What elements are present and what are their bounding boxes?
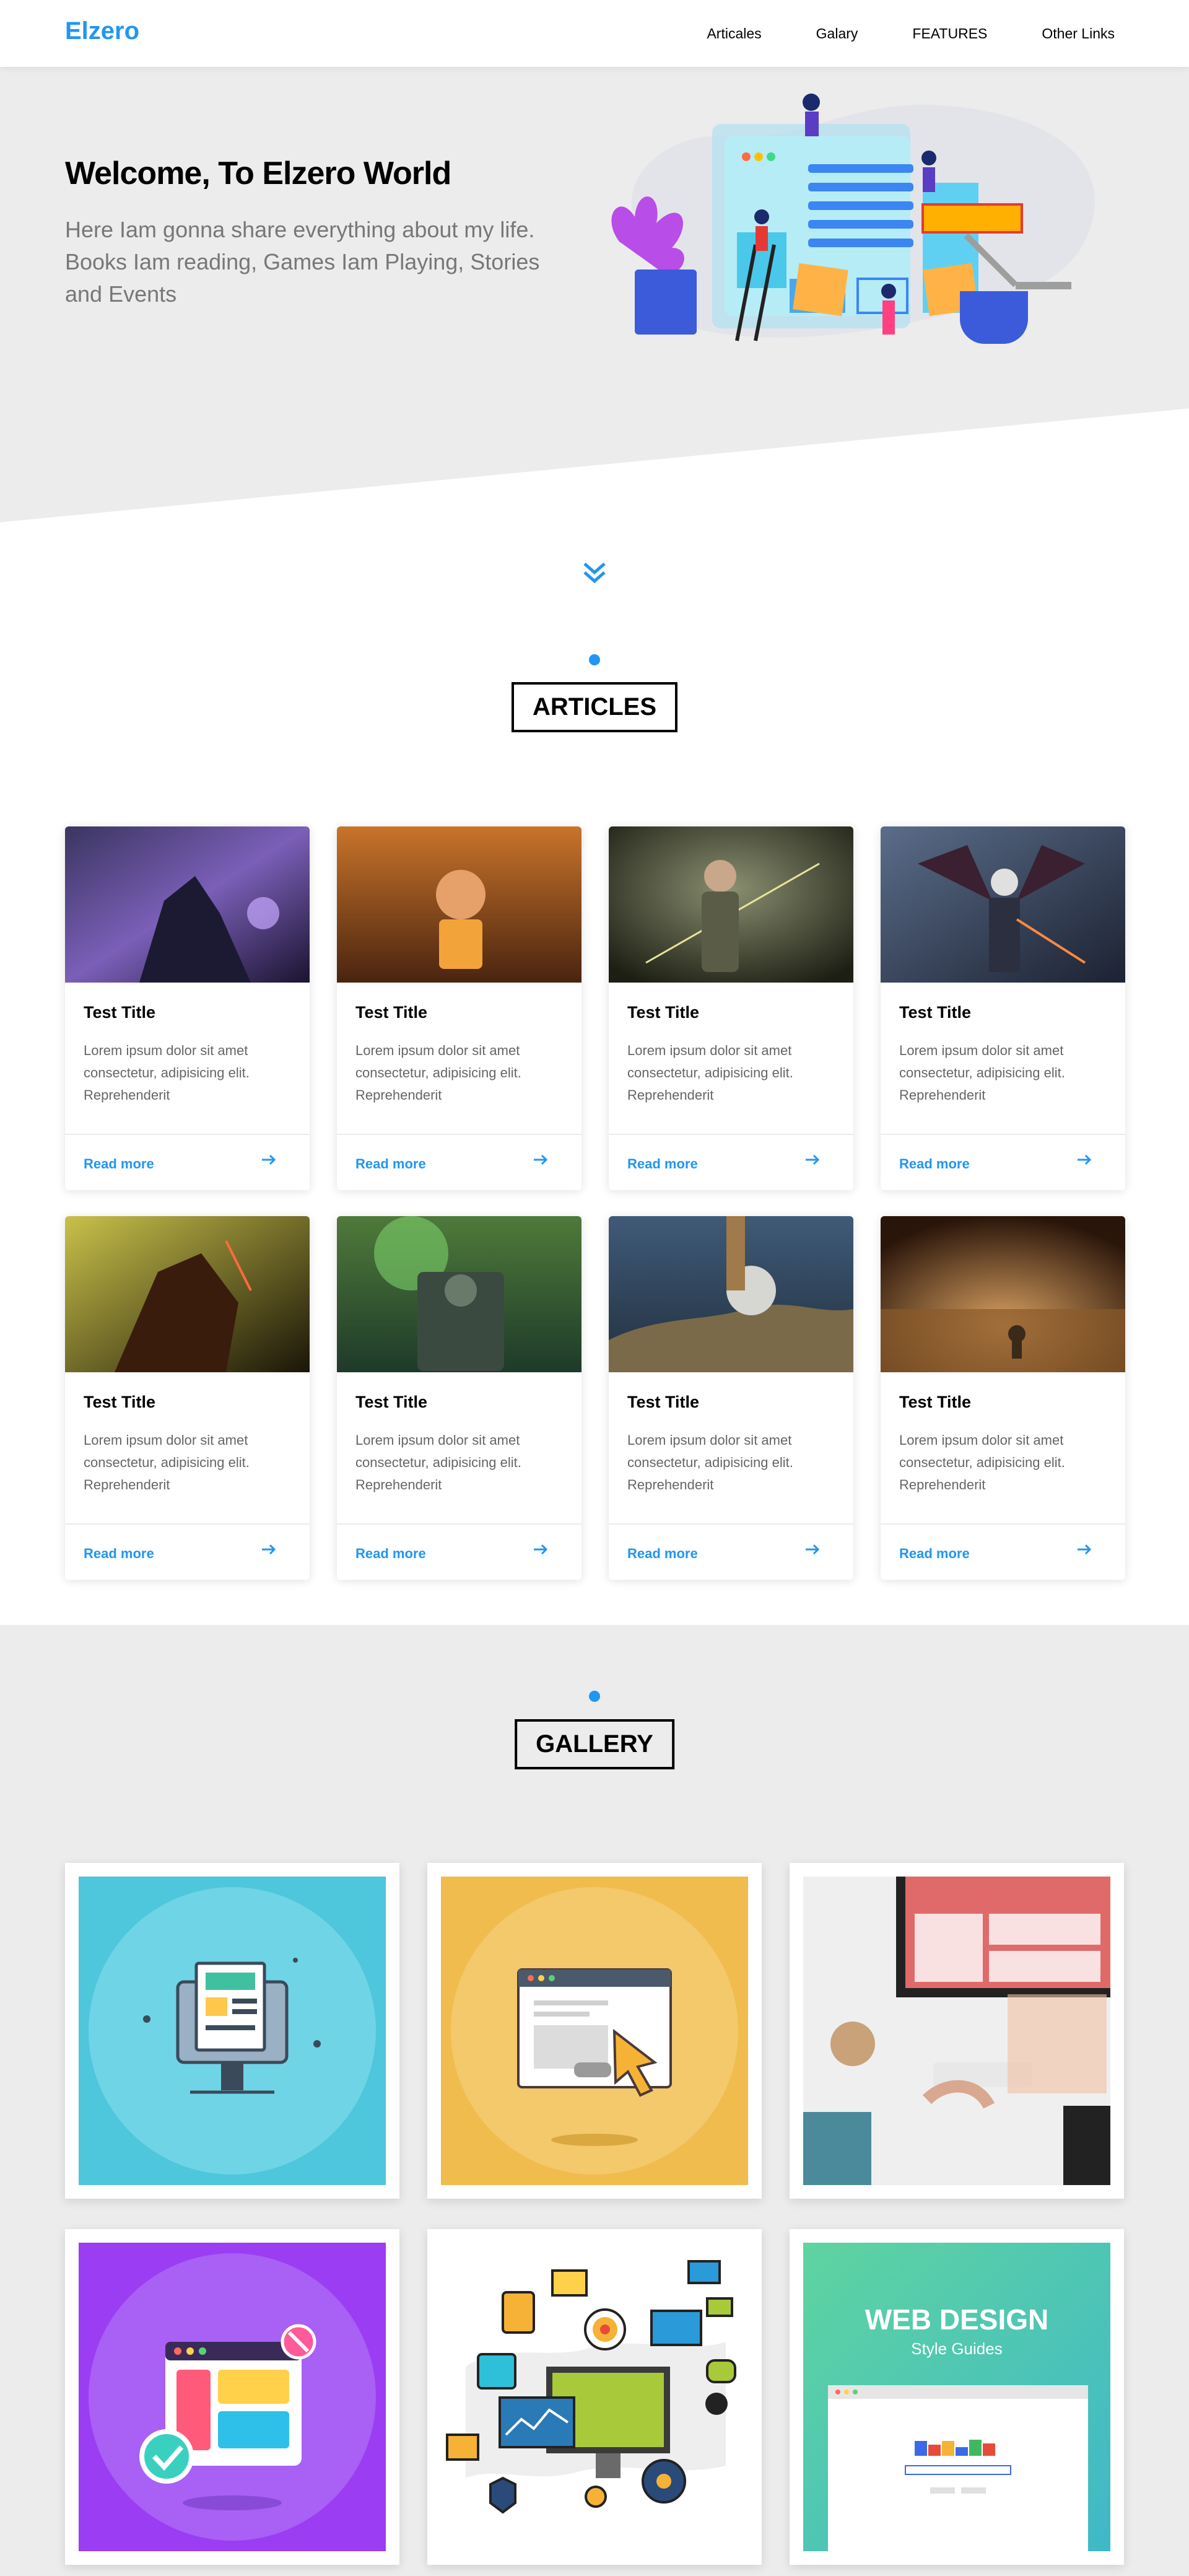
hero-illustration [611,94,1095,344]
divider [337,1523,581,1525]
read-more-link[interactable]: Read more [899,1546,970,1562]
arrow-right-icon[interactable] [1076,1541,1093,1558]
read-more-link[interactable]: Read more [84,1546,154,1562]
article-title: Test Title [627,1003,700,1022]
article-text: Lorem ipsum dolor sit amet consectetur, … [899,1043,1065,1103]
read-more-link[interactable]: Read more [627,1156,698,1172]
divider [609,1134,853,1135]
article-card: Test Title Lorem ipsum dolor sit amet co… [65,1216,310,1580]
article-thumbnail [65,826,310,983]
article-card: Test Title Lorem ipsum dolor sit amet co… [337,1216,581,1580]
article-text: Lorem ipsum dolor sit amet consectetur, … [355,1043,521,1103]
article-thumbnail [881,1216,1125,1372]
read-more-link[interactable]: Read more [627,1546,698,1562]
arrow-right-icon[interactable] [804,1541,821,1558]
article-title: Test Title [84,1003,156,1022]
nav-link-gallery[interactable]: Galary [816,25,858,42]
article-thumbnail [65,1216,310,1372]
article-text: Lorem ipsum dolor sit amet consectetur, … [899,1432,1065,1492]
article-thumbnail [881,826,1125,983]
site-header: Elzero Articales Galary FEATURES Other L… [0,0,1189,67]
arrow-right-icon[interactable] [804,1151,821,1168]
article-title: Test Title [627,1393,700,1411]
browser-check-icon [79,2243,386,2551]
article-card: Test Title Lorem ipsum dolor sit amet co… [881,1216,1125,1580]
main-nav: Articales Galary FEATURES Other Links [652,0,1115,67]
article-title: Test Title [84,1393,156,1411]
gallery-heading: WEB DESIGN [865,2303,1048,2336]
arrow-right-icon[interactable] [260,1151,277,1168]
nav-link-other-links[interactable]: Other Links [1042,25,1115,42]
arrow-right-icon[interactable] [532,1541,549,1558]
article-thumbnail [337,1216,581,1372]
divider [609,1523,853,1525]
nav-link-features[interactable]: FEATURES [912,25,987,42]
article-card: Test Title Lorem ipsum dolor sit amet co… [609,1216,853,1580]
logo[interactable]: Elzero [65,17,139,45]
divider [65,1523,310,1525]
arrow-right-icon[interactable] [1076,1151,1093,1168]
article-title: Test Title [355,1393,428,1411]
divider [881,1523,1125,1525]
article-text: Lorem ipsum dolor sit amet consectetur, … [355,1432,521,1492]
browser-cursor-icon [441,1877,748,2185]
article-title: Test Title [899,1003,972,1022]
article-title: Test Title [355,1003,428,1022]
gallery-item[interactable] [427,2229,762,2565]
landing-title: Welcome, To Elzero World [65,156,451,191]
read-more-link[interactable]: Read more [355,1156,426,1172]
article-thumbnail [609,1216,853,1372]
article-thumbnail [609,826,853,983]
digital-marketing-icon [441,2243,748,2551]
articles-section-title: ARTICLES [512,682,677,732]
article-card: Test Title Lorem ipsum dolor sit amet co… [609,826,853,1190]
article-card: Test Title Lorem ipsum dolor sit amet co… [337,826,581,1190]
gallery-item[interactable] [65,1863,399,2199]
section-dot-articles [589,654,600,665]
divider [65,1134,310,1135]
landing-text: Here Iam gonna share everything about my… [65,217,540,307]
read-more-link[interactable]: Read more [355,1546,426,1562]
article-card: Test Title Lorem ipsum dolor sit amet co… [881,826,1125,1190]
gallery-item[interactable] [427,1863,762,2199]
gallery-item[interactable] [65,2229,399,2565]
read-more-link[interactable]: Read more [84,1156,154,1172]
arrow-right-icon[interactable] [532,1151,549,1168]
desk-workspace-icon [803,1877,1110,2185]
article-text: Lorem ipsum dolor sit amet consectetur, … [84,1432,250,1492]
article-thumbnail [337,826,581,983]
monitor-document-icon [79,1877,386,2185]
section-dot-gallery [589,1691,600,1702]
read-more-link[interactable]: Read more [899,1156,970,1172]
gallery-item[interactable]: WEB DESIGN Style Guides [790,2229,1124,2565]
divider [337,1134,581,1135]
article-text: Lorem ipsum dolor sit amet consectetur, … [627,1043,793,1103]
gallery-item[interactable] [790,1863,1124,2199]
chevron-double-down-icon[interactable] [580,558,609,587]
arrow-right-icon[interactable] [260,1541,277,1558]
web-design-style-guide-icon: WEB DESIGN Style Guides [803,2243,1110,2551]
divider [881,1134,1125,1135]
article-text: Lorem ipsum dolor sit amet consectetur, … [84,1043,250,1103]
article-text: Lorem ipsum dolor sit amet consectetur, … [627,1432,793,1492]
nav-link-articles[interactable]: Articales [707,25,761,42]
article-title: Test Title [899,1393,972,1411]
gallery-subheading: Style Guides [911,2339,1002,2358]
article-card: Test Title Lorem ipsum dolor sit amet co… [65,826,310,1190]
gallery-section-title: GALLERY [515,1719,674,1769]
